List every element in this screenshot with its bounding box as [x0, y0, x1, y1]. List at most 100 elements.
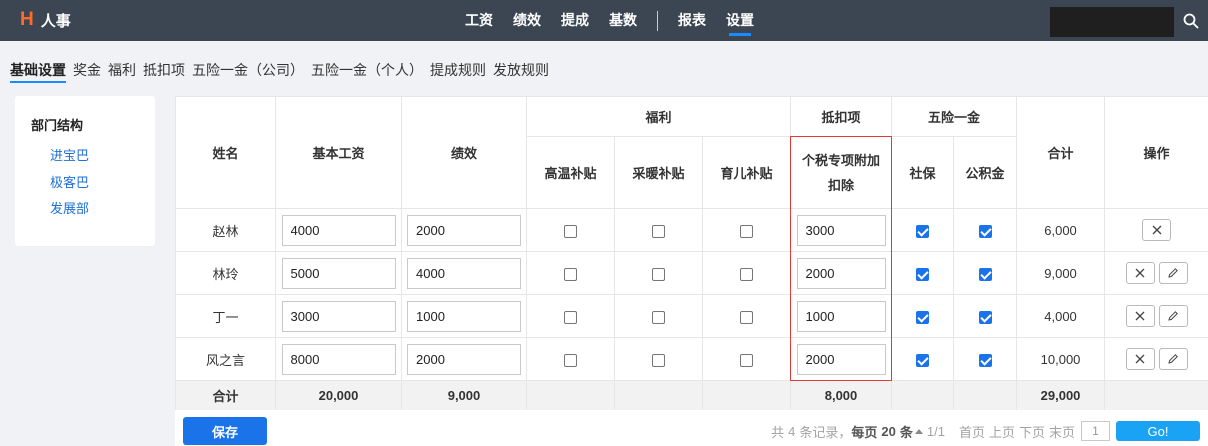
summary-label: 合计	[175, 380, 276, 411]
social-checkbox[interactable]	[916, 310, 930, 324]
child-checkbox[interactable]	[740, 267, 753, 281]
col-heating-allowance: 采暖补贴	[614, 136, 703, 209]
col-group-insurance: 五险一金	[891, 96, 1018, 137]
social-checkbox[interactable]	[916, 353, 930, 367]
table-row: 林玲 9,000	[175, 251, 1208, 295]
row-actions	[1104, 208, 1208, 252]
performance-input[interactable]	[407, 300, 521, 332]
performance-input[interactable]	[407, 257, 521, 289]
employee-name: 风之言	[175, 337, 276, 381]
tab-insurance-personal[interactable]: 五险一金（个人）	[311, 57, 423, 83]
child-checkbox[interactable]	[740, 310, 753, 324]
save-button[interactable]: 保存	[183, 417, 267, 445]
heat-checkbox[interactable]	[564, 224, 577, 238]
next-page-link[interactable]: 下页	[1019, 422, 1045, 441]
row-total: 9,000	[1016, 251, 1106, 295]
warm-checkbox[interactable]	[652, 267, 665, 281]
logo-icon: H	[20, 9, 34, 30]
performance-input[interactable]	[407, 343, 521, 375]
base-salary-input[interactable]	[281, 300, 396, 332]
app-logo[interactable]: H 人事	[20, 9, 71, 31]
first-page-link[interactable]: 首页	[959, 422, 985, 441]
tab-bonus[interactable]: 奖金	[73, 57, 101, 83]
edit-button[interactable]	[1158, 262, 1188, 284]
tab-commission-rules[interactable]: 提成规则	[430, 57, 486, 83]
nav-item-performance[interactable]: 绩效	[503, 0, 551, 41]
close-icon	[1135, 311, 1145, 321]
pencil-icon	[1167, 310, 1179, 322]
col-housing-fund: 公积金	[953, 136, 1018, 209]
tab-basic-settings[interactable]: 基础设置	[10, 57, 66, 83]
warm-checkbox[interactable]	[652, 224, 665, 238]
tab-deductions[interactable]: 抵扣项	[143, 57, 185, 83]
fund-checkbox[interactable]	[978, 353, 992, 367]
close-icon	[1135, 268, 1145, 278]
records-count: 4	[788, 423, 796, 439]
table-row: 风之言 10,000	[175, 337, 1208, 381]
department-panel: 部门结构 进宝巴 极客巴 发展部	[15, 96, 155, 246]
social-checkbox[interactable]	[916, 267, 930, 281]
warm-checkbox[interactable]	[652, 310, 665, 324]
nav-item-commission[interactable]: 提成	[551, 0, 599, 41]
fund-checkbox[interactable]	[978, 310, 992, 324]
department-item[interactable]: 极客巴	[50, 172, 89, 191]
child-checkbox[interactable]	[740, 224, 753, 238]
child-checkbox[interactable]	[740, 353, 753, 367]
base-salary-input[interactable]	[281, 214, 396, 246]
delete-button[interactable]	[1125, 305, 1155, 327]
nav-item-reports[interactable]: 报表	[668, 0, 716, 41]
social-checkbox[interactable]	[916, 224, 930, 238]
department-panel-title: 部门结构	[31, 118, 84, 133]
row-total: 10,000	[1016, 337, 1106, 381]
department-item[interactable]: 进宝巴	[50, 145, 89, 164]
page-info: 1/1	[926, 423, 945, 439]
tax-deduction-input[interactable]	[796, 257, 886, 289]
edit-button[interactable]	[1158, 305, 1188, 327]
department-item[interactable]: 发展部	[50, 198, 89, 217]
base-salary-input[interactable]	[281, 257, 396, 289]
tax-deduction-input[interactable]	[796, 300, 886, 332]
tax-deduction-input[interactable]	[796, 214, 886, 246]
summary-tax-deduction: 8,000	[790, 380, 893, 411]
employee-name: 赵林	[175, 208, 276, 252]
delete-button[interactable]	[1142, 219, 1172, 241]
col-heat-allowance: 高温补贴	[526, 136, 615, 209]
search-button[interactable]	[1174, 3, 1208, 39]
settings-subtabs: 基础设置 奖金 福利 抵扣项 五险一金（公司） 五险一金（个人） 提成规则 发放…	[10, 56, 556, 84]
row-actions	[1104, 251, 1208, 295]
per-page-value[interactable]: 20	[881, 424, 895, 439]
records-prefix: 共	[771, 424, 785, 440]
nav-item-settings[interactable]: 设置	[716, 0, 764, 41]
performance-input[interactable]	[407, 214, 521, 246]
fund-checkbox[interactable]	[978, 224, 992, 238]
salary-settings-table: 姓名 基本工资 绩效 福利 抵扣项 五险一金 合计 操作 高温补贴 采暖补贴 育…	[175, 96, 1208, 411]
go-button[interactable]: Go!	[1116, 421, 1200, 441]
base-salary-input[interactable]	[281, 343, 396, 375]
heat-checkbox[interactable]	[564, 310, 577, 324]
tax-deduction-input[interactable]	[796, 343, 886, 375]
col-group-deductions: 抵扣项	[790, 96, 893, 137]
search-input[interactable]	[1050, 7, 1174, 37]
nav-item-salary[interactable]: 工资	[455, 0, 503, 41]
fund-checkbox[interactable]	[978, 267, 992, 281]
close-icon	[1152, 225, 1162, 235]
heat-checkbox[interactable]	[564, 267, 577, 281]
tab-welfare[interactable]: 福利	[108, 57, 136, 83]
tab-payout-rules[interactable]: 发放规则	[493, 57, 549, 83]
per-page-suffix: 条	[899, 424, 913, 440]
col-actions: 操作	[1104, 96, 1208, 209]
col-total: 合计	[1016, 96, 1106, 209]
edit-button[interactable]	[1158, 348, 1188, 370]
pencil-icon	[1167, 267, 1179, 279]
nav-item-base[interactable]: 基数	[599, 0, 647, 41]
heat-checkbox[interactable]	[564, 353, 577, 367]
per-page-caret-icon[interactable]	[914, 428, 923, 434]
delete-button[interactable]	[1125, 348, 1155, 370]
last-page-link[interactable]: 末页	[1049, 422, 1075, 441]
page-number-input[interactable]	[1081, 421, 1110, 441]
warm-checkbox[interactable]	[652, 353, 665, 367]
prev-page-link[interactable]: 上页	[989, 422, 1015, 441]
delete-button[interactable]	[1125, 262, 1155, 284]
tab-insurance-company[interactable]: 五险一金（公司）	[192, 57, 304, 83]
col-name: 姓名	[175, 96, 276, 209]
